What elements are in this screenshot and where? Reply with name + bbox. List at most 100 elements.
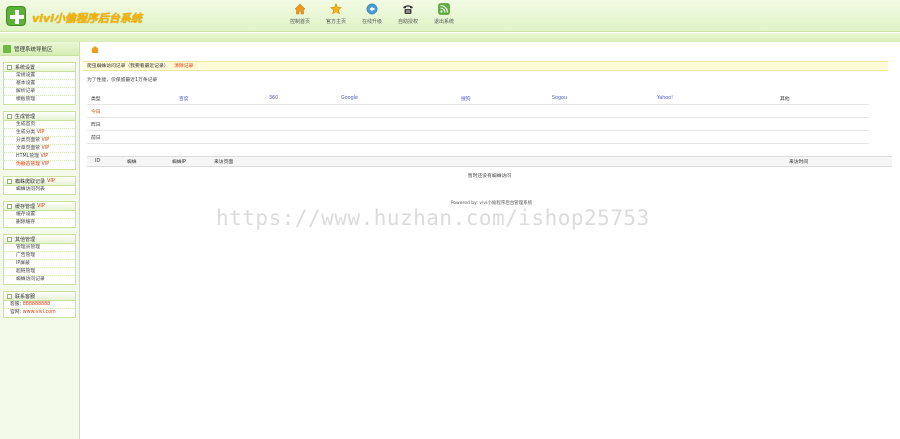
col-id: ID	[95, 159, 101, 164]
expand-icon	[7, 178, 12, 184]
sidebar-item[interactable]: HTML管理 VIP	[4, 153, 75, 161]
table-header-row: ID 蜘蛛 蜘蛛IP 来访页面 来访时间	[87, 156, 892, 167]
sidebar-group-system: 系统设置 常规设置 基本设置 解析记录 模板管理	[0, 62, 79, 105]
col-google: Google	[341, 95, 358, 101]
sidebar-item-label: 生成首页	[16, 122, 36, 127]
sidebar-group-label: 缓存管理	[15, 203, 36, 210]
row-today: 今日	[91, 109, 101, 115]
sidebar-item[interactable]: 基本设置	[4, 80, 75, 88]
sidebar-item[interactable]: 超链管理	[4, 268, 75, 276]
sidebar-item[interactable]: 缓存设置	[4, 211, 75, 219]
sidebar-item[interactable]: 解析记录	[4, 88, 75, 96]
sidebar-group-header[interactable]: 生成管理	[3, 111, 76, 121]
clear-records-link[interactable]: 清除记录	[174, 64, 193, 69]
vip-badge: VIP	[41, 138, 50, 143]
notice-bar: 爬虫蜘蛛访问记录（我要看最近记录） 清除记录	[83, 61, 888, 71]
admin-icon	[3, 44, 11, 53]
col-sougou: 搜狗	[461, 96, 471, 102]
sidebar-item[interactable]: 模板管理	[4, 96, 75, 104]
sidebar-group-header[interactable]: 系统设置	[3, 62, 76, 72]
sidebar-group-header[interactable]: 其他管理	[3, 234, 76, 244]
sidebar-group-label: 其他管理	[15, 236, 36, 243]
contact-qq: 客服: 888888888	[4, 301, 75, 309]
col-time: 来访时间	[789, 160, 809, 165]
nav-official[interactable]: 官方主页	[318, 3, 354, 31]
nav-update-label: 在线升级	[361, 19, 382, 25]
nav-home[interactable]: 控制首页	[282, 3, 318, 31]
nav-home-label: 控制首页	[289, 19, 310, 25]
sidebar-group-other: 其他管理 管理员管理 广告管理 IP屏蔽 超链管理 蜘蛛访问记录	[0, 234, 79, 285]
sidebar-group-label: 系统设置	[15, 64, 36, 71]
col-spider: 蜘蛛	[127, 160, 137, 165]
sidebar-item[interactable]: 分类页面管 VIP	[4, 137, 75, 145]
home-icon	[294, 3, 306, 15]
sidebar-group-header[interactable]: 蜘蛛爬取记录 VIP	[3, 176, 76, 186]
main-content: 爬虫蜘蛛访问记录（我要看最近记录） 清除记录 为了性能，仅保留最近1万条记录 类…	[83, 42, 900, 439]
vip-badge: VIP	[37, 203, 45, 209]
sidebar-group-contact: 联系客服 客服: 888888888 官网: www.vivi.com	[0, 291, 79, 318]
sidebar-item[interactable]: 蜘蛛访问列表	[4, 186, 75, 194]
col-page: 来访页面	[214, 160, 234, 165]
nav-update[interactable]: 在线升级	[354, 3, 390, 31]
sidebar-item[interactable]: 蜘蛛访问记录	[4, 276, 75, 284]
table-row: 今日	[87, 105, 869, 118]
sidebar-item[interactable]: 文章页面管 VIP	[4, 145, 75, 153]
vip-badge: VIP	[40, 154, 49, 159]
sidebar-item[interactable]: 生成首页	[4, 121, 75, 129]
sidebar-group-header[interactable]: 缓存管理 VIP	[3, 201, 76, 211]
header: vivi小偷程序后台系统 控制首页 官方主页 在线升级 自助授权 退出系统	[0, 0, 900, 32]
sidebar-group-label: 生成管理	[15, 113, 36, 120]
phone-icon	[403, 5, 413, 14]
sidebar-group-spider: 蜘蛛爬取记录 VIP 蜘蛛访问列表	[0, 176, 79, 195]
sidebar: 管理系统导航区 系统设置 常规设置 基本设置 解析记录 模板管理 生成管理 生成…	[0, 42, 80, 439]
expand-icon	[7, 203, 12, 209]
sidebar-group-label: 联系客服	[15, 293, 36, 300]
sidebar-item-label: 分类页面管	[16, 138, 40, 143]
sidebar-item[interactable]: IP屏蔽	[4, 260, 75, 268]
table-row: 前日	[87, 131, 869, 144]
expand-icon	[7, 113, 12, 119]
sidebar-group-generate: 生成管理 生成首页 生成分类 VIP 分类页面管 VIP 文章页面管 VIP H…	[0, 111, 79, 170]
nav-logout[interactable]: 退出系统	[426, 3, 462, 31]
notice-text: 爬虫蜘蛛访问记录（我要看最近记录）	[87, 64, 169, 69]
logo-icon	[6, 6, 26, 26]
breadcrumb	[83, 42, 900, 56]
home-icon[interactable]	[91, 45, 99, 53]
spider-stats-table: 类型 百度 360 Google 搜狗 Sogou Yahoo! 其他 今日 昨…	[87, 92, 869, 144]
sidebar-group-cache: 缓存管理 VIP 缓存设置 删除缓存	[0, 201, 79, 228]
contact-value: 888888888	[22, 302, 51, 307]
expand-icon	[7, 236, 12, 242]
col-yahoo: Yahoo!	[657, 95, 674, 101]
contact-site[interactable]: 官网: www.vivi.com	[4, 309, 75, 317]
contact-label: 客服:	[10, 302, 22, 307]
sidebar-item[interactable]: 广告管理	[4, 252, 75, 260]
vip-badge: VIP	[47, 178, 55, 184]
top-nav: 控制首页 官方主页 在线升级 自助授权 退出系统	[282, 3, 462, 31]
spider-log-table: ID 蜘蛛 蜘蛛IP 来访页面 来访时间 暂时还没有蜘蛛访问	[87, 156, 892, 179]
nav-authorize-label: 自助授权	[397, 19, 418, 25]
col-360: 360	[269, 95, 279, 101]
sidebar-item[interactable]: 常规设置	[4, 72, 75, 80]
update-icon	[366, 3, 378, 15]
sidebar-item-label: HTML管理	[16, 154, 39, 159]
vip-badge: VIP	[41, 146, 50, 151]
nav-authorize[interactable]: 自助授权	[390, 3, 426, 31]
header-strip	[0, 33, 900, 42]
sidebar-group-header[interactable]: 联系客服	[3, 291, 76, 301]
sidebar-item-label: 文章页面管	[16, 146, 40, 151]
sidebar-title-label: 管理系统导航区	[14, 46, 53, 53]
sidebar-item[interactable]: 删除缓存	[4, 219, 75, 227]
row-day-before: 前日	[91, 135, 101, 141]
sidebar-item-label: 生成分类	[16, 130, 36, 135]
col-other: 其他	[780, 96, 790, 102]
empty-message: 暂时还没有蜘蛛访问	[467, 174, 512, 179]
sidebar-item[interactable]: 管理员管理	[4, 244, 75, 252]
sidebar-item[interactable]: 生成分类 VIP	[4, 129, 75, 137]
sidebar-item-label: 伪静态管理	[16, 162, 40, 167]
vip-badge: VIP	[41, 162, 50, 167]
rss-exit-icon	[438, 3, 450, 15]
sidebar-item[interactable]: 伪静态管理 VIP	[4, 161, 75, 169]
expand-icon	[7, 64, 12, 70]
col-spider-ip: 蜘蛛IP	[172, 160, 186, 165]
vip-badge: VIP	[36, 130, 45, 135]
